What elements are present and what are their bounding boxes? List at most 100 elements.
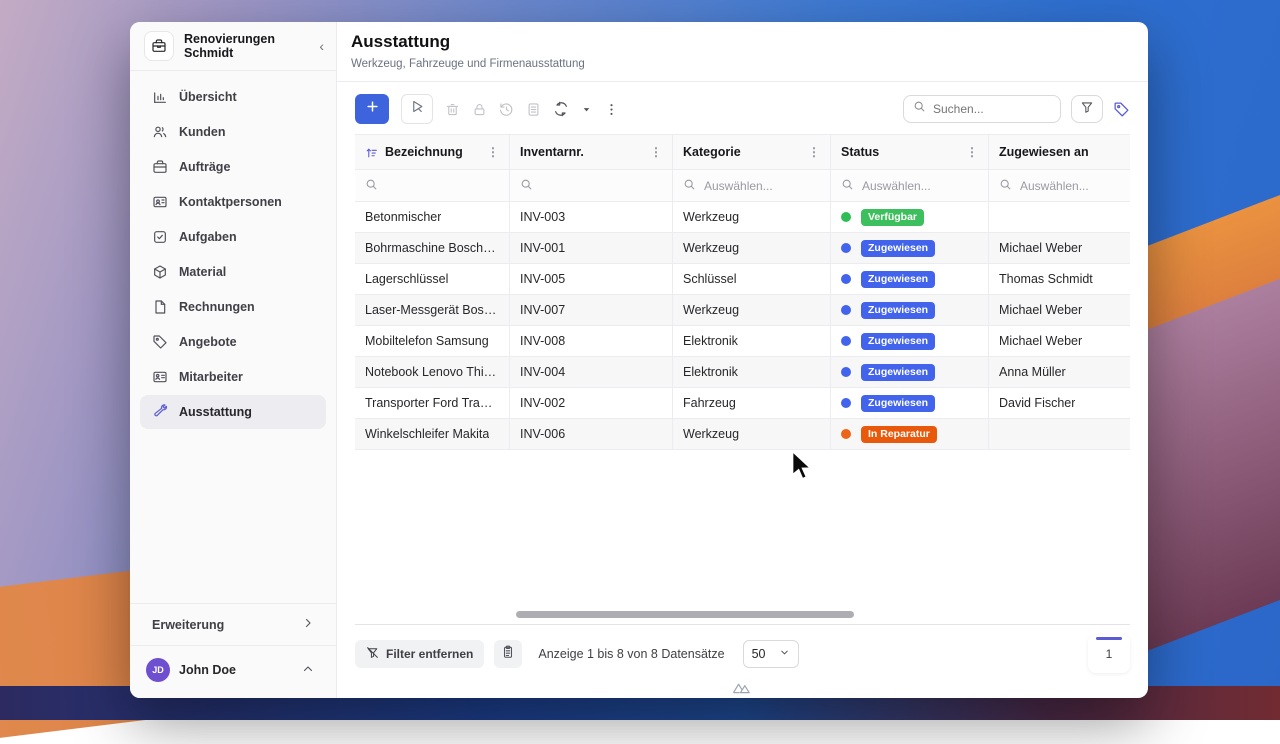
sidebar-item-label: Aufträge — [179, 160, 230, 174]
cell-zugewiesen: Michael Weber — [999, 334, 1082, 348]
cell-inventarnr: INV-005 — [520, 272, 565, 286]
lock-icon[interactable] — [472, 102, 487, 117]
sidebar-item-material[interactable]: Material — [140, 255, 326, 289]
table-filter-row: Auswählen... Auswählen... Auswählen... — [355, 170, 1130, 202]
main-content: Ausstattung Werkzeug, Fahrzeuge und Firm… — [337, 22, 1148, 698]
column-label: Bezeichnung — [385, 145, 480, 159]
cell-inventarnr: INV-001 — [520, 241, 565, 255]
toolbar-kebab-icon[interactable] — [604, 102, 619, 117]
column-label: Status — [841, 145, 959, 159]
user-menu[interactable]: JD John Doe — [130, 645, 336, 698]
column-header-inventarnr[interactable]: Inventarnr. ⋮ — [510, 134, 673, 170]
tag-icon — [152, 334, 168, 350]
status-badge: Verfügbar — [841, 209, 924, 226]
chevron-down-icon — [779, 647, 790, 661]
sidebar-item-mitarbeiter[interactable]: Mitarbeiter — [140, 360, 326, 394]
cell-zugewiesen: Thomas Schmidt — [999, 272, 1093, 286]
search-input[interactable] — [933, 102, 1051, 116]
copy-list-button[interactable] — [494, 640, 522, 668]
cell-bezeichnung: Lagerschlüssel — [365, 272, 448, 286]
cell-zugewiesen: Michael Weber — [999, 303, 1082, 317]
funnel-off-icon — [366, 646, 379, 662]
horizontal-scrollbar[interactable] — [516, 611, 854, 618]
column-header-status[interactable]: Status ⋮ — [831, 134, 989, 170]
column-menu-icon[interactable]: ⋮ — [808, 145, 820, 159]
sidebar-item-uebersicht[interactable]: Übersicht — [140, 80, 326, 114]
table-footer: Filter entfernen Anzeige 1 bis 8 von 8 D… — [337, 625, 1148, 679]
records-summary: Anzeige 1 bis 8 von 8 Datensätze — [538, 647, 724, 661]
status-badge: Zugewiesen — [841, 302, 935, 319]
sidebar-item-aufgaben[interactable]: Aufgaben — [140, 220, 326, 254]
column-header-zugewiesen-an[interactable]: Zugewiesen an — [989, 134, 1130, 170]
sidebar-item-kunden[interactable]: Kunden — [140, 115, 326, 149]
refresh-icon[interactable] — [553, 101, 569, 117]
cell-kategorie: Fahrzeug — [683, 396, 736, 410]
avatar: JD — [146, 658, 170, 682]
sidebar-item-label: Material — [179, 265, 226, 279]
sidebar-item-label: Kontaktpersonen — [179, 195, 282, 209]
sidebar-item-rechnungen[interactable]: Rechnungen — [140, 290, 326, 324]
users-icon — [152, 124, 168, 140]
views-tag-icon[interactable] — [1113, 101, 1130, 118]
chevron-down-icon[interactable] — [581, 104, 592, 115]
column-menu-icon[interactable]: ⋮ — [966, 145, 978, 159]
cell-inventarnr: INV-002 — [520, 396, 565, 410]
status-badge: Zugewiesen — [841, 395, 935, 412]
wrench-icon — [152, 404, 168, 420]
table-row[interactable]: Laser-Messgerät Bosch GL... INV-007 Werk… — [355, 295, 1130, 326]
sidebar-item-angebote[interactable]: Angebote — [140, 325, 326, 359]
add-record-button[interactable] — [355, 94, 389, 124]
table-row[interactable]: Notebook Lenovo ThinkPad INV-004 Elektro… — [355, 357, 1130, 388]
table-row[interactable]: Bohrmaschine Bosch GBH ... INV-001 Werkz… — [355, 233, 1130, 264]
column-label: Kategorie — [683, 145, 801, 159]
edit-record-button[interactable] — [401, 94, 433, 124]
sidebar-header: Renovierungen Schmidt ‹ — [130, 22, 336, 71]
check-square-icon — [152, 229, 168, 245]
file-icon — [152, 299, 168, 315]
sidebar-item-ausstattung[interactable]: Ausstattung — [140, 395, 326, 429]
filter-inventarnr[interactable] — [510, 170, 673, 202]
table-row[interactable]: Lagerschlüssel INV-005 Schlüssel Zugewie… — [355, 264, 1130, 295]
global-search[interactable] — [903, 95, 1061, 123]
app-logo-briefcase-icon — [144, 31, 174, 61]
pagination-page-1[interactable]: 1 — [1088, 635, 1130, 673]
data-table: Bezeichnung ⋮ Inventarnr. ⋮ Kategorie ⋮ … — [355, 134, 1130, 625]
cell-bezeichnung: Notebook Lenovo ThinkPad — [365, 365, 499, 379]
column-menu-icon[interactable]: ⋮ — [487, 145, 499, 159]
table-row[interactable]: Transporter Ford Transit INV-002 Fahrzeu… — [355, 388, 1130, 419]
status-dot — [841, 367, 851, 377]
filter-button[interactable] — [1071, 95, 1103, 123]
history-icon[interactable] — [499, 102, 514, 117]
page-size-select[interactable]: 50 — [743, 640, 799, 668]
sidebar-collapse-icon[interactable]: ‹ — [319, 39, 324, 53]
filter-zugewiesen[interactable]: Auswählen... — [989, 170, 1130, 202]
status-badge: Zugewiesen — [841, 240, 935, 257]
notes-icon[interactable] — [526, 102, 541, 117]
table-row[interactable]: Betonmischer INV-003 Werkzeug Verfügbar — [355, 202, 1130, 233]
sidebar-item-auftraege[interactable]: Aufträge — [140, 150, 326, 184]
sort-ascending-icon — [365, 146, 378, 159]
delete-icon[interactable] — [445, 102, 460, 117]
filter-status[interactable]: Auswählen... — [831, 170, 989, 202]
chart-icon — [152, 89, 168, 105]
status-dot — [841, 336, 851, 346]
column-header-kategorie[interactable]: Kategorie ⋮ — [673, 134, 831, 170]
cell-inventarnr: INV-003 — [520, 210, 565, 224]
clear-filters-button[interactable]: Filter entfernen — [355, 640, 484, 668]
cell-kategorie: Werkzeug — [683, 427, 739, 441]
column-menu-icon[interactable]: ⋮ — [650, 145, 662, 159]
search-icon — [365, 178, 378, 194]
column-header-bezeichnung[interactable]: Bezeichnung ⋮ — [355, 134, 510, 170]
app-title: Renovierungen Schmidt — [184, 32, 309, 60]
current-page-indicator — [1096, 637, 1122, 640]
edit-icon — [410, 99, 425, 119]
table-row[interactable]: Mobiltelefon Samsung INV-008 Elektronik … — [355, 326, 1130, 357]
sidebar-item-label: Mitarbeiter — [179, 370, 243, 384]
sidebar-item-kontaktpersonen[interactable]: Kontaktpersonen — [140, 185, 326, 219]
filter-bezeichnung[interactable] — [355, 170, 510, 202]
status-badge: In Reparatur — [841, 426, 937, 443]
filter-kategorie[interactable]: Auswählen... — [673, 170, 831, 202]
cell-bezeichnung: Laser-Messgerät Bosch GL... — [365, 303, 499, 317]
table-row[interactable]: Winkelschleifer Makita INV-006 Werkzeug … — [355, 419, 1130, 450]
sidebar-item-erweiterung[interactable]: Erweiterung — [130, 603, 336, 645]
